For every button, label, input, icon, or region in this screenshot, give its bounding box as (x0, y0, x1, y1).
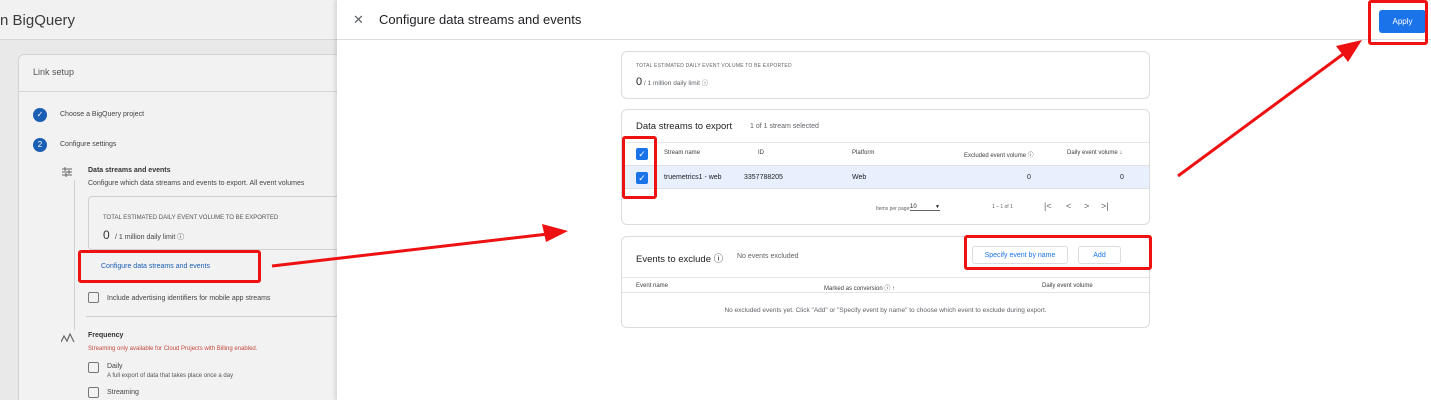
background-page: n BigQuery Link setup ✓ Choose a BigQuer… (0, 0, 340, 400)
items-per-page-label: Items per page: (876, 206, 911, 212)
dropdown-arrow-icon: ▼ (935, 204, 940, 210)
streams-card: Data streams to export 1 of 1 stream sel… (621, 109, 1150, 225)
section-line (74, 180, 75, 330)
data-streams-title: Data streams and events (88, 167, 171, 174)
panel-title: Configure data streams and events (379, 12, 582, 27)
col-id[interactable]: ID (758, 150, 764, 156)
exclude-title: Events to exclude ⓘ (636, 254, 724, 265)
prev-page-icon[interactable]: < (1066, 201, 1071, 211)
streams-count: 1 of 1 stream selected (750, 123, 819, 130)
frequency-note: Streaming only available for Cloud Proje… (88, 346, 258, 352)
background-title: n BigQuery (0, 12, 76, 29)
stream-excluded-volume: 0 (1027, 174, 1031, 181)
col-daily-volume[interactable]: Daily event volume ↓ (1067, 150, 1122, 156)
col-excluded-volume[interactable]: Excluded event volume ⓘ (964, 150, 1034, 159)
section-divider (86, 316, 340, 317)
include-ads-label: Include advertising identifiers for mobi… (107, 295, 271, 302)
background-volume-limit: / 1 million daily limit ⓘ (115, 234, 185, 241)
daily-label: Daily (107, 363, 123, 370)
pagination-range: 1 – 1 of 1 (992, 204, 1013, 210)
col-exclude-daily-volume[interactable]: Daily event volume (1042, 283, 1093, 289)
col-stream-name[interactable]: Stream name (664, 150, 700, 156)
streams-table-header: ✓ Stream name ID Platform Excluded event… (622, 142, 1149, 164)
apply-button[interactable]: Apply (1379, 10, 1426, 33)
background-volume-value: 0 (103, 228, 110, 242)
step-2-circle: 2 (33, 138, 47, 152)
volume-value: 0 / 1 million daily limit ⓘ (636, 76, 708, 88)
streams-title: Data streams to export (636, 121, 733, 132)
next-page-icon[interactable]: > (1084, 201, 1089, 211)
first-page-icon[interactable]: |< (1044, 201, 1052, 211)
col-platform[interactable]: Platform (852, 150, 874, 156)
background-volume-box: TOTAL ESTIMATED DAILY EVENT VOLUME TO BE… (88, 196, 340, 250)
col-event-name[interactable]: Event name (636, 283, 668, 289)
daily-desc: A full export of data that takes place o… (107, 373, 234, 379)
stream-name: truemetrics1 - web (664, 174, 722, 181)
row-checkbox[interactable]: ✓ (636, 172, 648, 184)
step-choose-project: Choose a BigQuery project (60, 111, 145, 118)
configure-panel: ✕ Configure data streams and events Appl… (337, 0, 1431, 400)
volume-limit: / 1 million daily limit ⓘ (642, 80, 709, 87)
background-header: n BigQuery (0, 0, 340, 40)
page-size-select[interactable]: 10 ▼ (910, 204, 940, 211)
card-divider (19, 91, 340, 92)
exclude-empty-message: No excluded events yet. Click "Add" or "… (724, 307, 1047, 314)
include-ads-checkbox[interactable] (88, 292, 99, 303)
exclude-table-header: Event name Marked as conversion ⓘ ↑ Dail… (622, 277, 1149, 293)
col-marked-conversion[interactable]: Marked as conversion ⓘ ↑ (824, 283, 895, 292)
table-row[interactable]: ✓ truemetrics1 - web 3357788205 Web 0 0 (622, 165, 1149, 189)
exclude-status: No events excluded (737, 253, 799, 260)
last-page-icon[interactable]: >| (1101, 201, 1109, 211)
volume-heading: TOTAL ESTIMATED DAILY EVENT VOLUME TO BE… (636, 63, 792, 69)
data-streams-desc: Configure which data streams and events … (88, 180, 305, 187)
close-icon[interactable]: ✕ (353, 12, 364, 28)
step-configure-settings: Configure settings (60, 141, 117, 148)
stream-platform: Web (852, 174, 867, 181)
frequency-title: Frequency (88, 332, 124, 339)
select-all-checkbox[interactable]: ✓ (636, 148, 648, 160)
background-volume-heading: TOTAL ESTIMATED DAILY EVENT VOLUME TO BE… (103, 215, 279, 221)
configure-data-streams-link[interactable]: Configure data streams and events (101, 263, 210, 270)
exclude-card: Events to exclude ⓘ No events excluded S… (621, 236, 1150, 328)
volume-card: TOTAL ESTIMATED DAILY EVENT VOLUME TO BE… (621, 51, 1150, 99)
stream-id: 3357788205 (744, 174, 783, 181)
daily-checkbox[interactable] (88, 362, 99, 373)
frequency-icon (61, 333, 75, 343)
pagination: Items per page: 10 ▼ 1 – 1 of 1 |< < > >| (622, 201, 1149, 216)
panel-header: ✕ Configure data streams and events Appl… (337, 0, 1431, 40)
specify-event-button[interactable]: Specify event by name (972, 246, 1068, 264)
add-event-button[interactable]: Add (1078, 246, 1121, 264)
streaming-label: Streaming (107, 389, 139, 396)
stream-daily-volume: 0 (1120, 174, 1124, 181)
step-done-icon: ✓ (33, 108, 47, 122)
link-setup-title: Link setup (33, 67, 75, 77)
streaming-checkbox[interactable] (88, 387, 99, 398)
page-size-value: 10 (910, 204, 917, 210)
data-streams-icon (62, 167, 72, 177)
